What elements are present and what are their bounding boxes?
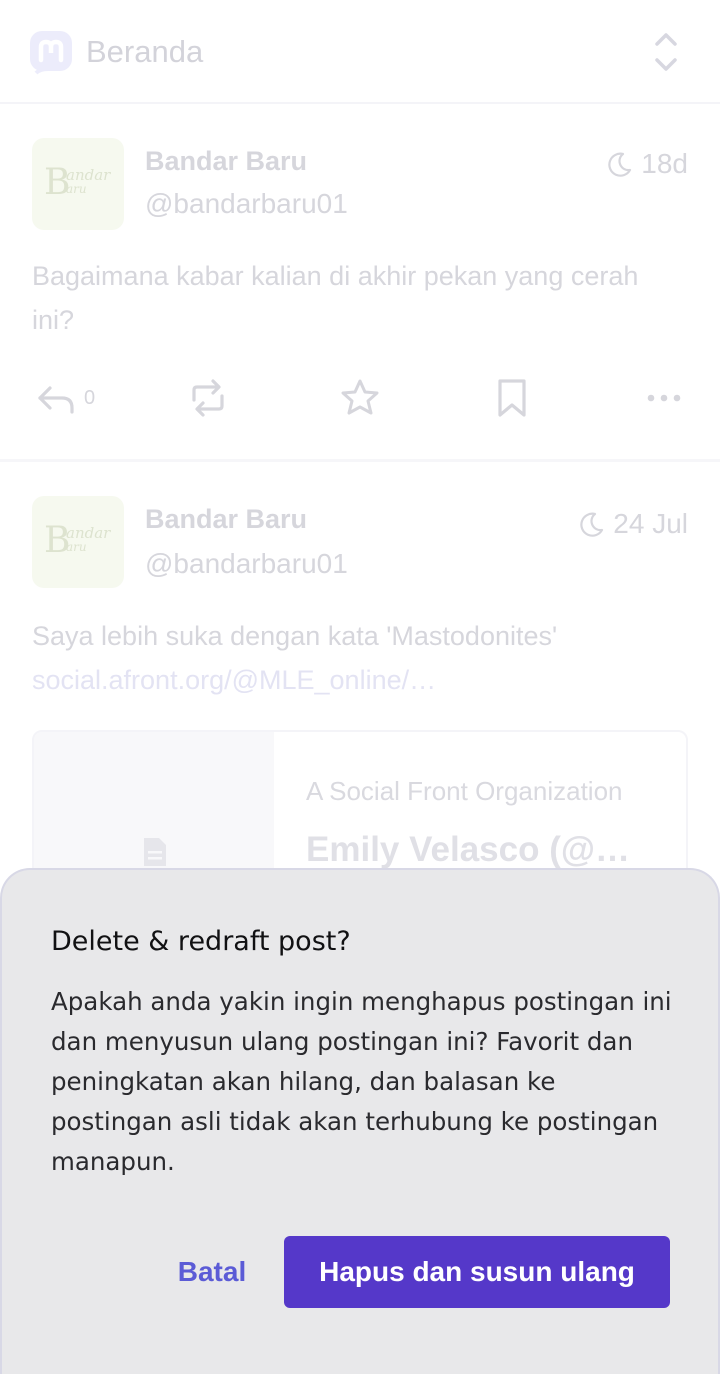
sort-chevrons-icon[interactable]: [650, 30, 682, 74]
page-title: Beranda: [86, 34, 204, 69]
boost-icon: [192, 379, 224, 417]
post-timestamp[interactable]: 24 Jul: [579, 508, 688, 540]
post-content: Bagaimana kabar kalian di akhir pekan ya…: [32, 261, 639, 335]
status-post[interactable]: B andar aru Bandar Baru @bandarbaru01 24…: [0, 466, 720, 910]
dialog-message: Apakah anda yakin ingin menghapus postin…: [51, 987, 672, 1176]
display-name[interactable]: Bandar Baru: [145, 146, 307, 177]
avatar[interactable]: B andar aru: [32, 496, 124, 588]
avatar[interactable]: B andar aru: [32, 138, 124, 230]
star-icon: [341, 379, 379, 415]
document-icon: [144, 838, 166, 866]
favourite-button[interactable]: [338, 376, 382, 420]
post-content: Saya lebih suka dengan kata 'Mastodonite…: [32, 614, 682, 702]
dialog-title: Delete & redraft post?: [51, 926, 351, 957]
post-link[interactable]: social.afront.org/@MLE_online/…: [32, 658, 682, 702]
post-actions: 0: [0, 376, 720, 432]
bookmark-icon: [498, 379, 526, 417]
status-post[interactable]: B andar aru Bandar Baru @bandarbaru01 18…: [0, 106, 720, 462]
bookmark-button[interactable]: [490, 376, 534, 420]
moon-icon: [608, 152, 632, 177]
account-handle[interactable]: @bandarbaru01: [145, 548, 348, 580]
card-provider: A Social Front Organization: [306, 776, 623, 806]
moon-icon: [580, 512, 604, 537]
post-timestamp[interactable]: 18d: [607, 148, 688, 180]
top-bar: Beranda: [0, 0, 720, 104]
post-content-text: Saya lebih suka dengan kata 'Mastodonite…: [32, 621, 558, 651]
mastodon-logo-icon: [30, 31, 72, 75]
boost-button[interactable]: [186, 376, 230, 420]
confirmation-bottom-sheet: Delete & redraft post? Apakah anda yakin…: [0, 868, 720, 1374]
account-handle[interactable]: @bandarbaru01: [145, 188, 348, 220]
card-title: Emily Velasco (@…: [306, 830, 630, 869]
reply-icon: [38, 386, 74, 414]
display-name[interactable]: Bandar Baru: [145, 504, 307, 535]
cancel-button[interactable]: Batal: [162, 1236, 262, 1308]
reply-button[interactable]: 0: [34, 376, 95, 420]
more-icon: [647, 394, 681, 402]
delete-redraft-button[interactable]: Hapus dan susun ulang: [284, 1236, 670, 1308]
reply-count: 0: [84, 386, 96, 409]
more-options-button[interactable]: [642, 376, 686, 420]
